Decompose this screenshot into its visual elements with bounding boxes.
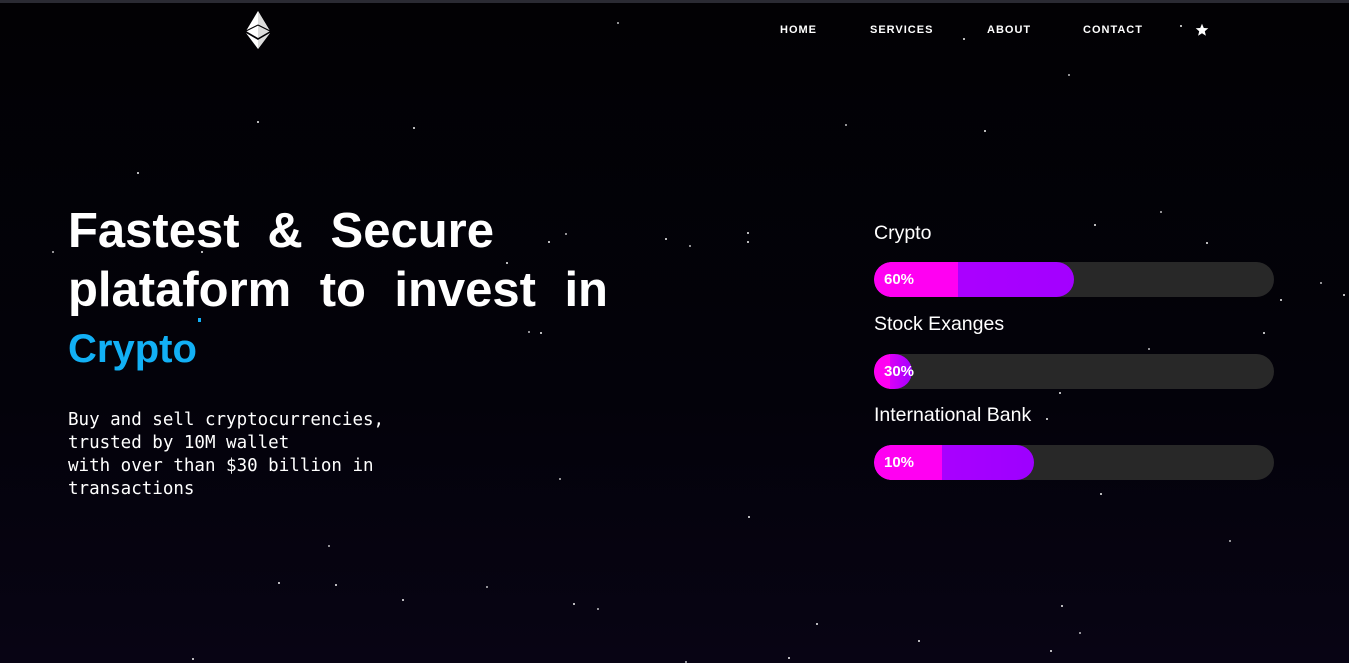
nav-home[interactable]: HOME [780, 24, 817, 36]
star-dot [963, 38, 965, 40]
star-dot [665, 238, 667, 240]
star-dot [1061, 605, 1063, 607]
hero-accent-word: Crypto [68, 327, 197, 371]
hero-description-line: with over than $30 billion in [68, 456, 374, 476]
star-dot [559, 478, 561, 480]
star-dot [1094, 224, 1096, 226]
skill-label-stock: Stock Exanges [874, 313, 1005, 335]
star-dot [528, 331, 530, 333]
star-dot [540, 332, 542, 334]
star-dot [918, 640, 920, 642]
star-icon[interactable] [1195, 23, 1209, 37]
star-dot [1280, 299, 1282, 301]
hero-title: Fastest & Secure plataform to invest in [68, 202, 608, 320]
progress-percent-stock: 30% [884, 363, 915, 380]
star-dot [413, 127, 415, 129]
star-dot [335, 584, 337, 586]
star-dot [1180, 25, 1182, 27]
star-dot [689, 245, 691, 247]
ethereum-logo-icon[interactable] [244, 10, 272, 50]
progress-track-crypto: 60% [874, 262, 1274, 297]
star-dot [984, 130, 986, 132]
progress-track-bank: 10% [874, 445, 1274, 480]
progress-percent-bank: 10% [884, 454, 915, 471]
star-dot [1343, 294, 1345, 296]
star-dot [1100, 493, 1102, 495]
star-dot [573, 603, 575, 605]
star-dot [1320, 282, 1322, 284]
star-dot [816, 623, 818, 625]
star-dot [788, 657, 790, 659]
star-dot [1079, 632, 1081, 634]
star-dot [1059, 392, 1061, 394]
star-dot [1148, 348, 1150, 350]
star-dot [1206, 242, 1208, 244]
hero-title-line-2: plataform to invest in [68, 263, 608, 317]
star-dot [52, 251, 54, 253]
star-dot [747, 241, 749, 243]
star-dot [192, 658, 194, 660]
star-dot [1229, 540, 1231, 542]
star-dot [278, 582, 280, 584]
star-dot [617, 22, 619, 24]
skill-label-crypto: Crypto [874, 222, 932, 244]
star-dot [137, 172, 139, 174]
star-dot [685, 661, 687, 663]
skill-label-bank: International Bank [874, 404, 1032, 426]
typing-cursor [198, 318, 201, 322]
star-dot [1160, 211, 1162, 213]
star-dot [486, 586, 488, 588]
star-dot [328, 545, 330, 547]
star-dot [748, 516, 750, 518]
nav-contact[interactable]: CONTACT [1083, 24, 1143, 36]
progress-track-stock: 30% [874, 354, 1274, 389]
star-dot [402, 599, 404, 601]
nav-about[interactable]: ABOUT [987, 24, 1031, 36]
progress-percent-crypto: 60% [884, 271, 915, 288]
hero-description-line: trusted by 10M wallet [68, 433, 290, 453]
top-border [0, 0, 1349, 3]
star-dot [1263, 332, 1265, 334]
starfield-background [0, 0, 1349, 663]
hero-description-line: transactions [68, 479, 195, 499]
star-dot [1050, 650, 1052, 652]
hero-title-line-1: Fastest & Secure [68, 204, 494, 258]
hero-description: Buy and sell cryptocurrencies, trusted b… [68, 409, 428, 501]
hero-description-line: Buy and sell cryptocurrencies, [68, 410, 385, 430]
star-dot [597, 608, 599, 610]
star-dot [1046, 418, 1048, 420]
star-dot [747, 232, 749, 234]
nav-services[interactable]: SERVICES [870, 24, 933, 36]
star-dot [257, 121, 259, 123]
star-dot [1068, 74, 1070, 76]
star-dot [845, 124, 847, 126]
